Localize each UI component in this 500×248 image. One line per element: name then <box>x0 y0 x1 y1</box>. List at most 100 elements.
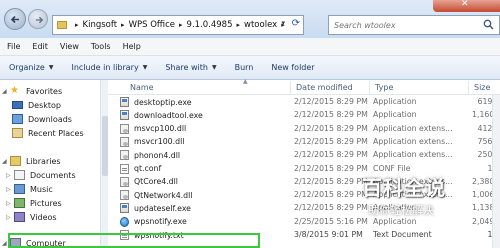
search-box[interactable] <box>328 15 500 35</box>
address-row: ✕ ▸ Kingsoft ▸ WPS Office ▸ 9.1.0.4985 ▸ wt… <box>0 0 500 38</box>
file-row[interactable]: msvcr100.dll 2/12/2015 8:29 PM Application… <box>108 136 500 149</box>
folder-icon <box>57 21 67 29</box>
nav-desktop-label: Desktop <box>28 100 61 110</box>
file-name: downloadtool.exe <box>134 110 203 120</box>
nav-videos[interactable]: ▷ Videos <box>0 210 100 224</box>
recent-places-icon <box>12 128 23 138</box>
nav-libraries[interactable]: ◢ Libraries <box>0 154 100 168</box>
breadcrumb-kingsoft[interactable]: Kingsoft <box>83 20 118 30</box>
chevron-down-icon: ▼ <box>48 64 54 71</box>
share-with-button[interactable]: Share with ▼ <box>156 63 225 72</box>
menu-view[interactable]: View <box>55 42 84 51</box>
file-name-cell: updateself.exe <box>120 203 191 214</box>
collapse-icon[interactable]: ▷ <box>6 200 14 207</box>
search-icon[interactable] <box>483 19 494 30</box>
breadcrumb-wps-office[interactable]: WPS Office <box>129 20 175 30</box>
watermark-subtitle: 助你轻松解决 <box>368 204 434 217</box>
file-name: QtCore4.dll <box>134 177 178 187</box>
selection-highlight <box>8 233 260 248</box>
nav-music-label: Music <box>30 184 53 194</box>
breadcrumb-wtoolex[interactable]: wtoolex <box>244 20 277 30</box>
command-bar: Organize ▼ Include in library ▼ Share with… <box>0 56 500 80</box>
file-type: Application <box>373 110 417 120</box>
column-divider[interactable] <box>290 81 291 94</box>
file-type-icon <box>120 163 129 174</box>
nav-favorites[interactable]: ◢ ★ Favorites <box>0 84 100 98</box>
file-date: 2/12/2015 8:29 PM <box>294 190 368 200</box>
menu-file[interactable]: File <box>2 42 25 51</box>
file-name: desktoptip.exe <box>134 97 192 107</box>
desktop-icon <box>12 101 23 109</box>
forward-button[interactable] <box>28 9 48 29</box>
file-date: 2/12/2015 8:29 PM <box>294 97 368 106</box>
burn-button[interactable]: Burn <box>226 63 263 72</box>
nav-desktop[interactable]: Desktop <box>0 98 100 112</box>
column-type[interactable]: Type <box>375 83 393 92</box>
chevron-down-icon: ▼ <box>211 64 217 71</box>
expand-icon[interactable]: ◢ <box>2 158 10 165</box>
menu-edit[interactable]: Edit <box>27 42 53 51</box>
file-row[interactable]: desktoptip.exe 2/12/2015 8:29 PM Applicati… <box>108 96 500 109</box>
file-name: msvcr100.dll <box>134 137 185 147</box>
file-row[interactable]: msvcp100.dll 2/12/2015 8:29 PM Application… <box>108 123 500 136</box>
column-size[interactable]: Size <box>474 83 490 92</box>
chevron-right-icon: ▸ <box>121 21 125 29</box>
refresh-icon[interactable]: ⟳ <box>292 18 300 29</box>
organize-button[interactable]: Organize ▼ <box>0 63 62 72</box>
nav-recent-places[interactable]: Recent Places <box>0 126 100 140</box>
column-date-modified[interactable]: Date modified <box>296 83 353 92</box>
file-type-icon <box>120 123 129 134</box>
downloads-icon <box>12 114 23 124</box>
file-name: updateself.exe <box>134 203 191 213</box>
file-name-cell: QtCore4.dll <box>120 176 178 187</box>
search-input[interactable] <box>329 16 479 34</box>
expand-icon[interactable]: ◢ <box>2 88 10 95</box>
chevron-right-icon: ▸ <box>236 21 241 29</box>
file-name: QtNetwork4.dll <box>134 190 193 200</box>
chevron-down-icon: ▼ <box>142 64 148 71</box>
file-name-cell: qt.conf <box>120 163 161 174</box>
column-name[interactable]: Name <box>130 83 154 92</box>
menu-help[interactable]: Help <box>118 42 146 51</box>
file-name-cell: phonon4.dll <box>120 150 181 161</box>
collapse-icon[interactable]: ▷ <box>6 214 14 221</box>
address-dropdown-icon[interactable]: ▾ <box>281 19 285 27</box>
file-date: 2/12/2015 8:29 PM <box>294 176 368 186</box>
star-icon: ★ <box>10 85 19 96</box>
include-in-library-button[interactable]: Include in library ▼ <box>62 63 156 72</box>
back-button[interactable] <box>4 8 26 30</box>
file-name: phonon4.dll <box>134 150 181 160</box>
file-name-cell: msvcr100.dll <box>120 136 185 147</box>
file-type-icon <box>120 150 129 161</box>
navigation-scrollbar[interactable] <box>100 80 108 248</box>
address-bar[interactable]: ▸ Kingsoft ▸ WPS Office ▸ 9.1.0.4985 ▸ wtoo… <box>52 15 304 35</box>
nav-music[interactable]: ▷ Music <box>0 182 100 196</box>
file-type: Application extens... <box>373 136 453 146</box>
file-row[interactable]: phonon4.dll 2/12/2015 8:29 PM Application … <box>108 149 500 162</box>
file-list: ▲ Name Date modified Type Size desktopti… <box>108 78 500 248</box>
file-name-cell: QtNetwork4.dll <box>120 190 193 201</box>
menu-bar: File Edit View Tools Help <box>0 38 500 56</box>
collapse-icon[interactable]: ▷ <box>6 172 14 179</box>
file-type: Text Document <box>373 230 432 239</box>
file-name-cell: msvcp100.dll <box>120 123 186 134</box>
file-date: 2/12/2015 8:29 PM <box>294 136 368 146</box>
documents-icon <box>14 170 25 180</box>
column-divider[interactable] <box>468 81 469 94</box>
window-close-button[interactable]: ✕ <box>433 0 500 12</box>
new-folder-button[interactable]: New folder <box>262 63 323 72</box>
breadcrumb-version[interactable]: 9.1.0.4985 <box>187 20 233 30</box>
nav-documents[interactable]: ▷ Documents <box>0 168 100 182</box>
menu-tools[interactable]: Tools <box>86 42 116 51</box>
forward-arrow-icon <box>35 16 44 24</box>
file-type-icon <box>120 110 129 121</box>
file-name-cell: desktoptip.exe <box>120 97 192 107</box>
nav-pictures[interactable]: ▷ Pictures <box>0 196 100 210</box>
collapse-icon[interactable]: ▷ <box>6 186 14 193</box>
nav-pictures-label: Pictures <box>30 198 62 208</box>
column-divider[interactable] <box>369 81 370 94</box>
nav-downloads[interactable]: Downloads <box>0 112 100 126</box>
file-row[interactable]: downloadtool.exe 2/12/2015 8:29 PM Applica… <box>108 109 500 122</box>
file-name-cell: wpsnotify.exe <box>120 216 187 227</box>
column-header-row: ▲ Name Date modified Type Size <box>108 78 500 95</box>
